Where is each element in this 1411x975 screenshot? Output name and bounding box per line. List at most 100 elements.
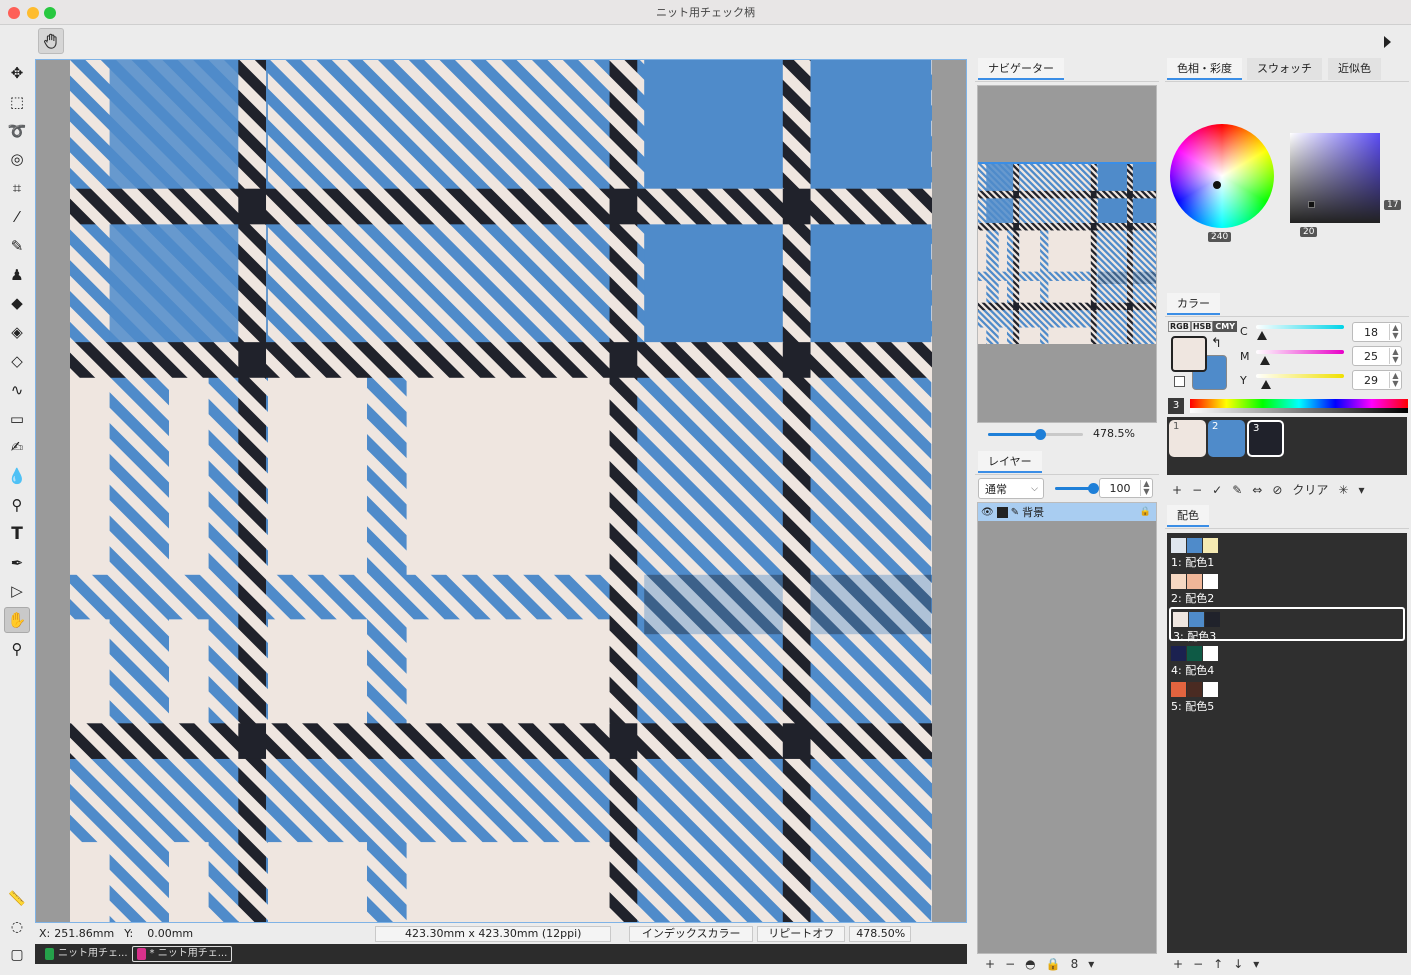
navigator-preview[interactable] [977,85,1157,423]
tab-swatches[interactable]: スウォッチ [1247,58,1322,80]
smudge-tool-button[interactable]: ⚲ [4,492,30,518]
color-mode[interactable]: インデックスカラー [629,925,754,942]
tab-color-schemes[interactable]: 配色 [1167,505,1209,527]
magenta-slider-handle[interactable] [1259,356,1270,365]
plaid-canvas[interactable] [70,60,932,922]
cyan-slider-handle[interactable] [1257,331,1268,340]
move-tool-button[interactable]: ✥ [4,60,30,86]
scheme-button-1[interactable]: − [1193,957,1203,971]
zoom-readout[interactable]: 478.50% [849,925,912,942]
tab-navigator[interactable]: ナビゲーター [978,58,1064,80]
magic-wand-tool-button[interactable]: ◎ [4,146,30,172]
sb-marker[interactable] [1308,201,1315,208]
hue-marker[interactable] [1213,181,1221,189]
layer-button-5[interactable]: ▾ [1088,957,1094,971]
lock-icon[interactable]: 🔒 [1140,507,1151,517]
scheme-button-0[interactable]: + [1173,957,1183,971]
palette-swatch[interactable]: 2 [1208,420,1245,457]
drop-tool-button[interactable]: 💧 [4,463,30,489]
swap-colors-icon[interactable]: ↰ [1211,336,1222,351]
magenta-stepper[interactable]: 25 ▲ ▼ [1352,346,1402,366]
tab-similar-colors[interactable]: 近似色 [1328,58,1381,80]
hue-wheel[interactable] [1170,124,1274,228]
scheme-button-2[interactable]: ↑ [1213,957,1223,971]
scheme-button-3[interactable]: ↓ [1233,957,1243,971]
mode-rgb-button[interactable]: RGB [1168,321,1191,332]
opacity-stepper[interactable]: 100 ▲ ▼ [1099,478,1153,498]
foreground-color-swatch[interactable] [1171,336,1207,372]
color-scheme-item[interactable]: 2: 配色2 [1169,571,1405,605]
lasso-tool-button[interactable]: ➰ [4,118,30,144]
default-colors-icon[interactable] [1174,376,1185,387]
layer-row[interactable]: 👁 ✎ 背景 🔒 [978,503,1156,521]
eye-icon[interactable]: 👁 [981,507,994,518]
zoom-tool-button[interactable]: ⚲ [4,636,30,662]
mode-cmy-button[interactable]: CMY [1213,321,1238,332]
scheme-button-4[interactable]: ▾ [1253,957,1259,971]
rect-select-tool-button[interactable]: ⬚ [4,89,30,115]
palette-swatch[interactable]: 1 [1169,420,1206,457]
blend-mode-select[interactable]: 通常 ⌵ [978,478,1044,499]
cyan-slider[interactable] [1256,325,1344,329]
cyan-stepper[interactable]: 18 ▲ ▼ [1352,322,1402,342]
layer-button-4[interactable]: 8 [1071,957,1079,971]
brush-tool-button[interactable]: ✎ [4,233,30,259]
layer-button-0[interactable]: + [985,957,995,971]
mode-hsb-button[interactable]: HSB [1190,321,1214,332]
pen-tool-tool-button[interactable]: ✒ [4,550,30,576]
tab-color[interactable]: カラー [1167,293,1220,315]
fill-bucket-tool-button[interactable]: ◈ [4,319,30,345]
tab-hue-saturation[interactable]: 色相・彩度 [1167,58,1242,80]
layer-button-2[interactable]: ◓ [1025,957,1035,971]
crop-tool-button[interactable]: ⌗ [4,175,30,201]
yellow-stepper[interactable]: 29 ▲ ▼ [1352,370,1402,390]
doc-tab-active[interactable]: * ニット用チェ... [131,946,233,962]
minimize-window-button[interactable] [27,7,39,19]
color-button-8[interactable]: ▾ [1358,483,1364,497]
stepper-arrows-icon[interactable]: ▲ ▼ [1389,348,1401,364]
layer-button-1[interactable]: − [1005,957,1015,971]
repeat-mode[interactable]: リピートオフ [757,925,846,942]
saturation-brightness-square[interactable] [1290,133,1380,223]
stepper-arrows-icon[interactable]: ▲ ▼ [1140,480,1152,496]
color-scheme-item[interactable]: 1: 配色1 [1169,535,1405,569]
collapse-panels-icon[interactable] [1384,36,1391,48]
doc-tab[interactable]: ニット用チェ... [41,946,132,962]
layer-button-3[interactable]: 🔒 [1046,957,1061,971]
color-button-1[interactable]: − [1192,483,1202,497]
navigator-zoom-knob[interactable] [1035,429,1047,440]
lasso-dashed-tool-button[interactable]: ◌ [4,914,30,940]
gradient-fill-tool-button[interactable]: ◇ [4,348,30,374]
color-button-7[interactable]: ✳ [1338,483,1348,497]
color-scheme-item[interactable]: 4: 配色4 [1169,643,1405,677]
rectangle-shape-tool-button[interactable]: ▭ [4,406,30,432]
eraser-tool-button[interactable]: ◆ [4,290,30,316]
color-button-0[interactable]: + [1172,483,1182,497]
palette-swatch[interactable]: 3 [1247,420,1284,457]
color-scheme-item[interactable]: 5: 配色5 [1169,679,1405,713]
close-window-button[interactable] [8,7,20,19]
square-tool-button[interactable]: ▢ [4,942,30,968]
color-button-6[interactable]: クリア [1292,481,1328,498]
opacity-knob[interactable] [1088,483,1099,494]
color-button-3[interactable]: ✎ [1232,483,1242,497]
tab-layers[interactable]: レイヤー [978,451,1042,473]
color-button-2[interactable]: ✓ [1212,483,1222,497]
direct-select-tool-button[interactable]: ▷ [4,578,30,604]
color-button-4[interactable]: ⇔ [1252,483,1262,497]
yellow-slider-handle[interactable] [1261,380,1271,389]
navigator-viewport[interactable] [978,162,1156,164]
pen-brush-tool-button[interactable]: ✍ [4,434,30,460]
stepper-arrows-icon[interactable]: ▲ ▼ [1389,324,1401,340]
spectrum-bar[interactable] [1190,399,1408,413]
ruler-tool-button[interactable]: 📏 [4,886,30,912]
hand-tool-option-button[interactable] [38,28,64,54]
stepper-arrows-icon[interactable]: ▲ ▼ [1389,372,1401,388]
wave-tool-button[interactable]: ∿ [4,377,30,403]
stamp-tool-button[interactable]: ♟ [4,262,30,288]
magenta-slider[interactable] [1256,350,1344,354]
color-scheme-item[interactable]: 3: 配色3 [1169,607,1405,643]
yellow-slider[interactable] [1256,374,1344,378]
color-button-5[interactable]: ⊘ [1272,483,1282,497]
zoom-window-button[interactable] [44,7,56,19]
